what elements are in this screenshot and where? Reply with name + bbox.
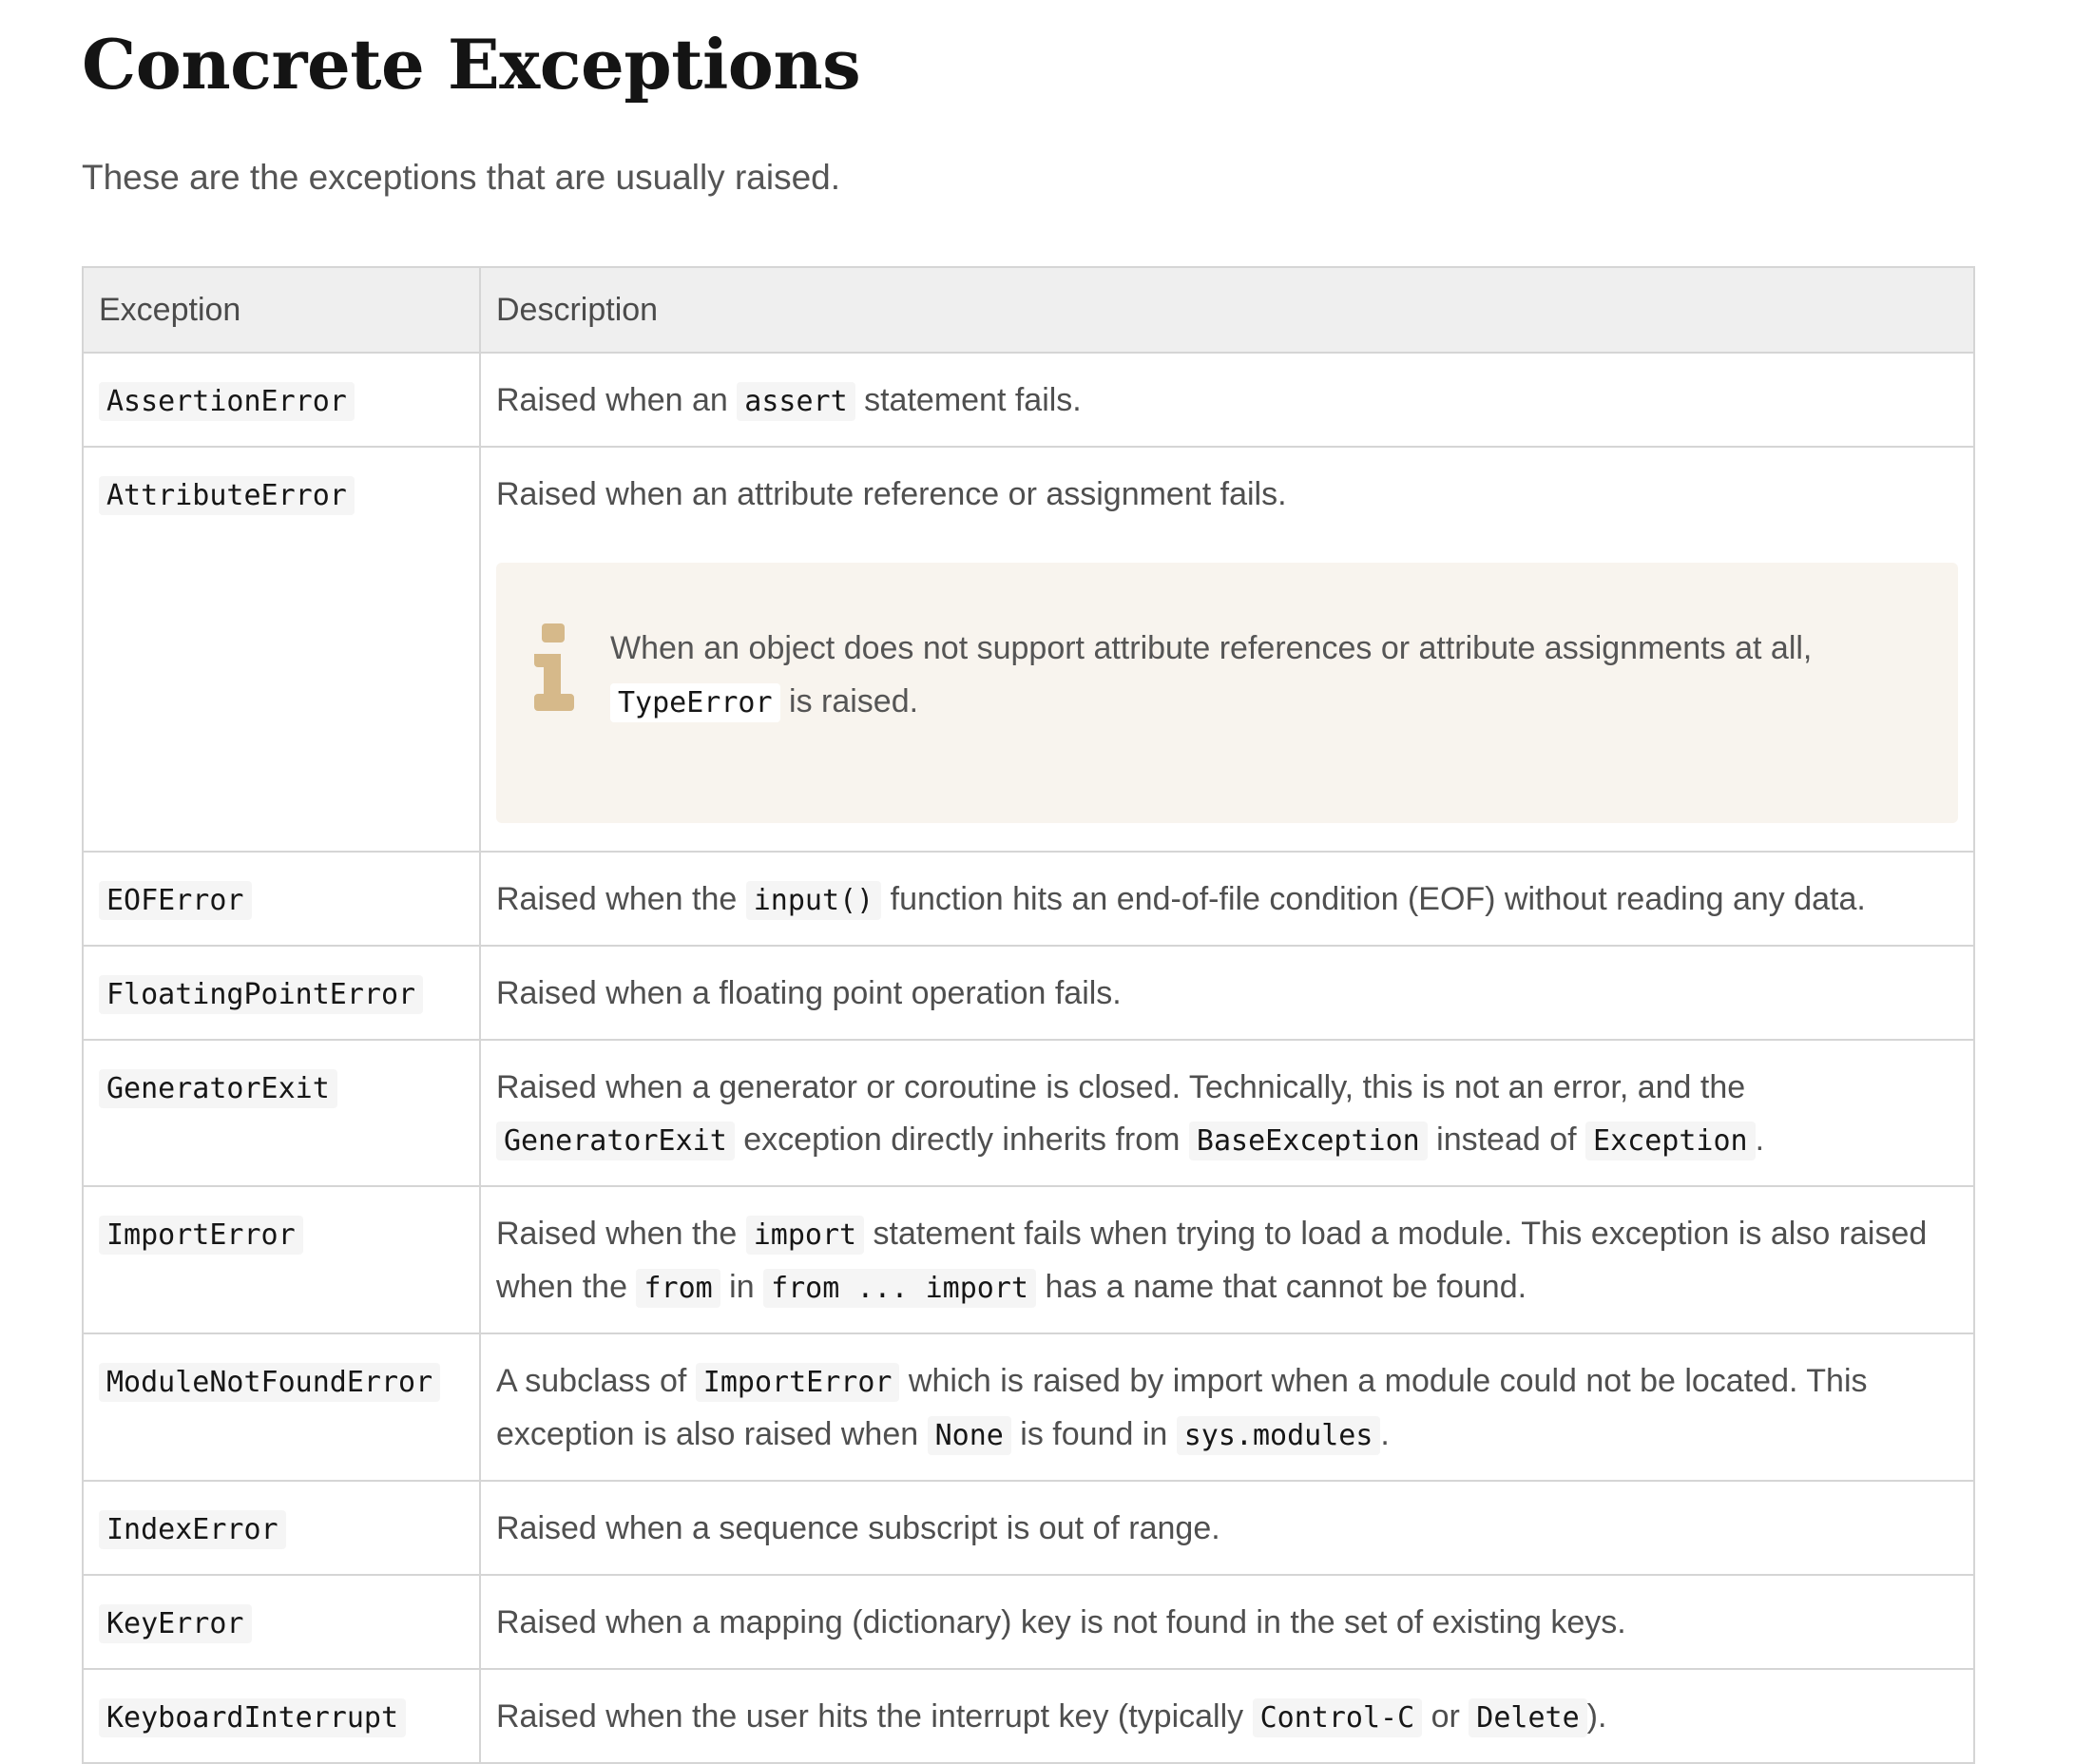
description-text: exception directly inherits from bbox=[734, 1122, 1189, 1158]
description-cell: A subclass of ImportError which is raise… bbox=[479, 1333, 1975, 1482]
description: Raised when a mapping (dictionary) key i… bbox=[496, 1597, 1958, 1649]
description-cell: Raised when a sequence subscript is out … bbox=[479, 1480, 1975, 1576]
exceptions-table: Exception Description AssertionError Rais… bbox=[82, 266, 1975, 1764]
description-text: A subclass of bbox=[496, 1363, 696, 1399]
info-note: When an object does not support attribut… bbox=[496, 563, 1958, 823]
exception-name: GeneratorExit bbox=[99, 1069, 337, 1108]
table-row: ModuleNotFoundError A subclass of ImportE… bbox=[82, 1333, 1975, 1482]
description-text: Raised when the user hits the interrupt … bbox=[496, 1698, 1253, 1735]
description: A subclass of ImportError which is raise… bbox=[496, 1355, 1958, 1462]
description-text: Raised when a generator or coroutine is … bbox=[496, 1069, 1746, 1105]
description-text: Raised when an attribute reference or as… bbox=[496, 476, 1287, 512]
description-text: ). bbox=[1586, 1698, 1607, 1735]
inline-code: GeneratorExit bbox=[496, 1122, 735, 1160]
exception-name: AttributeError bbox=[99, 476, 355, 515]
description: Raised when the import statement fails w… bbox=[496, 1208, 1958, 1314]
table-header-row: Exception Description bbox=[82, 266, 1975, 354]
page-title: Concrete Exceptions bbox=[82, 24, 861, 105]
page: Concrete Exceptions These are the except… bbox=[0, 0, 2074, 1764]
description: Raised when an attribute reference or as… bbox=[496, 469, 1958, 521]
description-cell: Raised when a generator or coroutine is … bbox=[479, 1039, 1975, 1187]
table-row: GeneratorExit Raised when a generator or … bbox=[82, 1039, 1975, 1187]
description-cell: Raised when the user hits the interrupt … bbox=[479, 1668, 1975, 1764]
description-text: Raised when the bbox=[496, 881, 746, 917]
exception-cell: ImportError bbox=[82, 1185, 481, 1334]
inline-code: from ... import bbox=[763, 1269, 1036, 1308]
description-cell: Raised when the import statement fails w… bbox=[479, 1185, 1975, 1334]
description-text: or bbox=[1422, 1698, 1469, 1735]
inline-code: BaseException bbox=[1188, 1122, 1428, 1160]
inline-code: assert bbox=[737, 382, 855, 421]
column-header-description: Description bbox=[479, 266, 1975, 354]
inline-code: TypeError bbox=[610, 683, 780, 722]
description-text: instead of bbox=[1427, 1122, 1586, 1158]
inline-code: Exception bbox=[1585, 1122, 1756, 1160]
description-text: Raised when an bbox=[496, 382, 738, 418]
column-header-exception: Exception bbox=[82, 266, 481, 354]
exception-name: FloatingPointError bbox=[99, 975, 424, 1014]
description-cell: Raised when the input() function hits an… bbox=[479, 851, 1975, 947]
table-row: EOFError Raised when the input() function… bbox=[82, 851, 1975, 947]
exception-name: AssertionError bbox=[99, 382, 355, 421]
description: Raised when a sequence subscript is out … bbox=[496, 1503, 1958, 1555]
description-text: has a name that cannot be found. bbox=[1036, 1269, 1527, 1305]
description-text: is raised. bbox=[779, 683, 919, 719]
table-row: IndexError Raised when a sequence subscri… bbox=[82, 1480, 1975, 1576]
description-text: statement fails. bbox=[855, 382, 1082, 418]
exception-name: IndexError bbox=[99, 1510, 286, 1549]
description-text: function hits an end-of-file condition (… bbox=[881, 881, 1866, 917]
exception-cell: FloatingPointError bbox=[82, 945, 481, 1041]
exception-name: EOFError bbox=[99, 881, 252, 920]
intro-text: These are the exceptions that are usuall… bbox=[82, 158, 841, 197]
description: Raised when a floating point operation f… bbox=[496, 968, 1958, 1020]
description-cell: Raised when a mapping (dictionary) key i… bbox=[479, 1574, 1975, 1670]
exception-name: ImportError bbox=[99, 1216, 303, 1255]
description: Raised when an assert statement fails. bbox=[496, 374, 1958, 428]
description-text: Raised when the bbox=[496, 1216, 746, 1252]
description-cell: Raised when a floating point operation f… bbox=[479, 945, 1975, 1041]
exception-name: KeyError bbox=[99, 1604, 252, 1643]
exception-name: KeyboardInterrupt bbox=[99, 1698, 407, 1737]
description-text: . bbox=[1380, 1416, 1390, 1452]
exception-cell: AttributeError bbox=[82, 446, 481, 853]
note-text: When an object does not support attribut… bbox=[610, 622, 1920, 730]
description-text: . bbox=[1755, 1122, 1765, 1158]
inline-code: None bbox=[927, 1416, 1011, 1455]
table-row: FloatingPointError Raised when a floating… bbox=[82, 945, 1975, 1041]
inline-code: Delete bbox=[1469, 1698, 1587, 1737]
exception-name: ModuleNotFoundError bbox=[99, 1363, 441, 1402]
exception-cell: KeyboardInterrupt bbox=[82, 1668, 481, 1764]
description-text: When an object does not support attribut… bbox=[610, 630, 1813, 666]
inline-code: import bbox=[745, 1216, 865, 1255]
exception-cell: EOFError bbox=[82, 851, 481, 947]
description: Raised when the user hits the interrupt … bbox=[496, 1691, 1958, 1744]
exception-cell: KeyError bbox=[82, 1574, 481, 1670]
table-row: KeyboardInterrupt Raised when the user hi… bbox=[82, 1668, 1975, 1764]
table-row: ImportError Raised when the import statem… bbox=[82, 1185, 1975, 1334]
description-text: is found in bbox=[1010, 1416, 1177, 1452]
inline-code: ImportError bbox=[695, 1363, 900, 1402]
exception-cell: ModuleNotFoundError bbox=[82, 1333, 481, 1482]
table-row: AttributeError Raised when an attribute r… bbox=[82, 446, 1975, 853]
description: Raised when the input() function hits an… bbox=[496, 873, 1958, 927]
table-row: AssertionError Raised when an assert stat… bbox=[82, 352, 1975, 448]
inline-code: sys.modules bbox=[1176, 1416, 1381, 1455]
description-text: in bbox=[720, 1269, 764, 1305]
inline-code: from bbox=[636, 1269, 720, 1308]
description: Raised when a generator or coroutine is … bbox=[496, 1062, 1958, 1167]
exception-cell: GeneratorExit bbox=[82, 1039, 481, 1187]
description-text: Raised when a mapping (dictionary) key i… bbox=[496, 1604, 1626, 1640]
exception-cell: AssertionError bbox=[82, 352, 481, 448]
info-icon bbox=[534, 623, 574, 711]
description-text: Raised when a floating point operation f… bbox=[496, 975, 1122, 1011]
inline-code: Control-C bbox=[1252, 1698, 1423, 1737]
exception-cell: IndexError bbox=[82, 1480, 481, 1576]
description-text: Raised when a sequence subscript is out … bbox=[496, 1510, 1220, 1546]
inline-code: input() bbox=[745, 881, 882, 920]
table-row: KeyError Raised when a mapping (dictionar… bbox=[82, 1574, 1975, 1670]
description-cell: Raised when an assert statement fails. bbox=[479, 352, 1975, 448]
description-cell: Raised when an attribute reference or as… bbox=[479, 446, 1975, 853]
